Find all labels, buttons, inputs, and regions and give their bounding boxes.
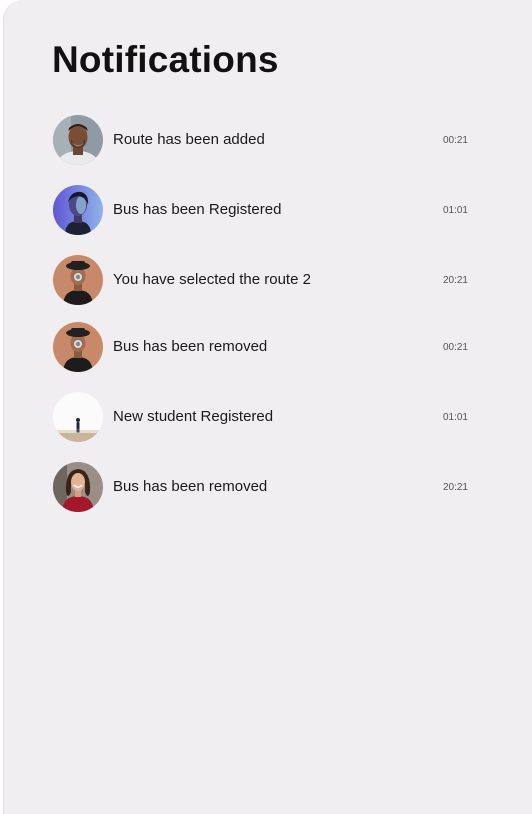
page-title: Notifications bbox=[52, 39, 279, 80]
notification-time: 00:21 bbox=[442, 342, 468, 353]
notification-time: 01:01 bbox=[442, 412, 468, 423]
notification-message: Bus has been removed bbox=[113, 338, 268, 355]
person-silhouette-icon bbox=[53, 392, 103, 442]
man-hat-portrait-icon bbox=[53, 255, 103, 305]
avatar bbox=[53, 185, 103, 235]
notification-message: Route has been added bbox=[113, 131, 265, 148]
avatar bbox=[53, 322, 103, 372]
notification-item[interactable]: Bus has been removed 20:21 bbox=[53, 462, 473, 512]
notification-time: 00:21 bbox=[442, 135, 468, 146]
notification-item[interactable]: You have selected the route 2 20:21 bbox=[53, 255, 473, 305]
notification-time: 20:21 bbox=[442, 482, 468, 493]
notification-message: Bus has been Registered bbox=[113, 201, 282, 218]
notification-message: New student Registered bbox=[113, 408, 274, 425]
avatar bbox=[53, 462, 103, 512]
man-portrait-icon bbox=[53, 115, 103, 165]
notification-item[interactable]: Bus has been removed 00:21 bbox=[53, 322, 473, 372]
notification-time: 20:21 bbox=[442, 275, 468, 286]
man-hat-portrait-icon bbox=[53, 322, 103, 372]
avatar bbox=[53, 255, 103, 305]
notifications-panel: Notifications Route has been added 00:21 bbox=[3, 0, 532, 814]
notification-message: You have selected the route 2 bbox=[113, 271, 311, 288]
notification-item[interactable]: New student Registered 01:01 bbox=[53, 392, 473, 442]
avatar bbox=[53, 392, 103, 442]
notification-item[interactable]: Route has been added 00:21 bbox=[53, 115, 473, 165]
notification-item[interactable]: Bus has been Registered 01:01 bbox=[53, 185, 473, 235]
woman-neon-portrait-icon bbox=[53, 185, 103, 235]
woman-red-shirt-portrait-icon bbox=[53, 462, 103, 512]
avatar bbox=[53, 115, 103, 165]
notification-message: Bus has been removed bbox=[113, 478, 268, 495]
notification-time: 01:01 bbox=[442, 205, 468, 216]
